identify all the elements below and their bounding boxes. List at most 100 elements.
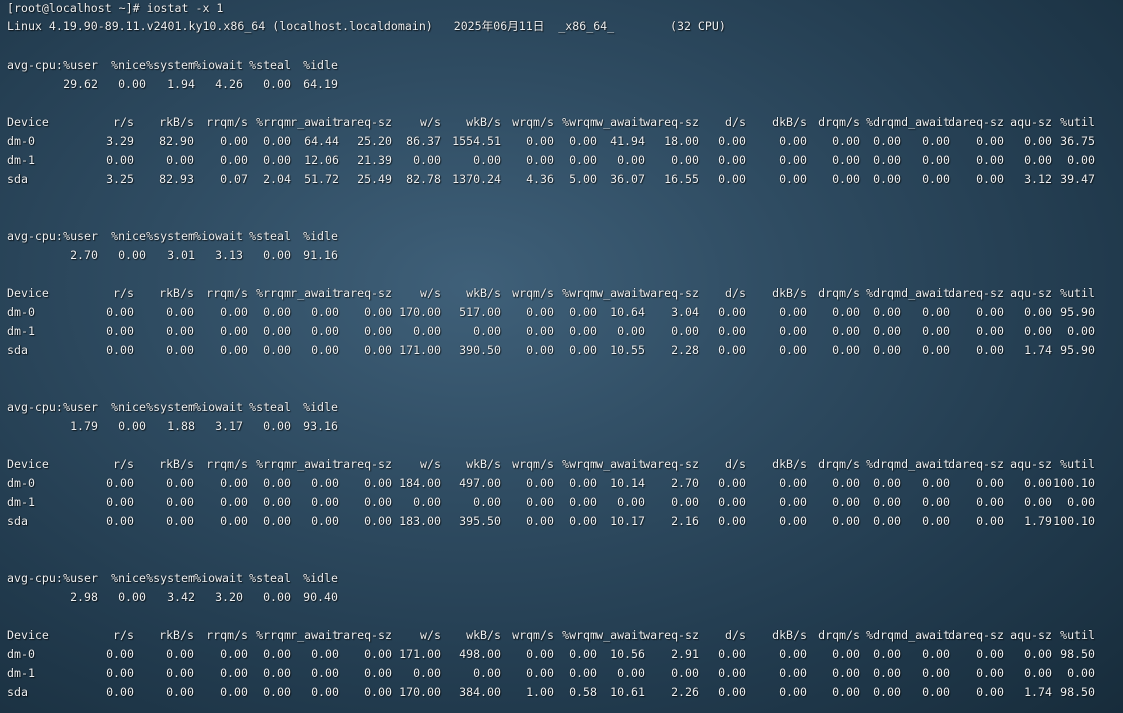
device-dareq-sz-value: 0.00 <box>976 647 1004 661</box>
device-name: dm-0 <box>7 476 35 490</box>
device-pct-drqm-value: 0.00 <box>873 666 901 680</box>
device-r-await-value: 0.00 <box>311 305 339 319</box>
device-aqu-sz-value: 0.00 <box>1024 134 1052 148</box>
device-aqu-sz-value: 1.74 <box>1024 685 1052 699</box>
cpu-steal-value: 0.00 <box>263 248 291 262</box>
cpu-header-row: avg-cpu: %user %nice %system %iowait %steal %i… <box>0 56 1123 75</box>
device-pct-drqm-value: 0.00 <box>873 172 901 186</box>
device-pct-util-value: 95.90 <box>1060 343 1095 357</box>
device-rareq-sz-value: 0.00 <box>364 305 392 319</box>
device-header-r-per-s: r/s <box>113 628 134 642</box>
device-w-await-value: 10.64 <box>610 305 645 319</box>
device-header-pct-rrqm: %rrqm <box>256 286 291 300</box>
device-r-await-value: 51.72 <box>304 172 339 186</box>
device-d-per-s-value: 0.00 <box>718 685 746 699</box>
device-pct-util-value: 95.90 <box>1060 305 1095 319</box>
cpu-system-value: 1.88 <box>167 419 195 433</box>
device-pct-rrqm-value: 0.00 <box>263 476 291 490</box>
cpu-header-steal: %steal <box>249 400 291 414</box>
device-d-per-s-value: 0.00 <box>718 305 746 319</box>
device-header-pct-wrqm: %wrqm <box>562 115 597 129</box>
device-aqu-sz-value: 0.00 <box>1024 305 1052 319</box>
device-header-drqm-per-s: drqm/s <box>818 286 860 300</box>
cpu-values-row: 2.98 0.00 3.42 3.20 0.00 90.40 <box>0 588 1123 607</box>
device-drqm-per-s-value: 0.00 <box>832 476 860 490</box>
device-pct-rrqm-value: 0.00 <box>263 495 291 509</box>
device-header-dkb-per-s: dkB/s <box>772 286 807 300</box>
cpu-header-system: %system <box>146 400 195 414</box>
device-header-wareq-sz: wareq-sz <box>643 628 699 642</box>
device-wrqm-per-s-value: 0.00 <box>526 134 554 148</box>
device-pct-wrqm-value: 0.00 <box>569 495 597 509</box>
device-rkb-per-s-value: 0.00 <box>166 305 194 319</box>
cpu-header-user: %user <box>63 229 98 243</box>
device-header-d-await: d_await <box>901 457 950 471</box>
system-info-line: Linux 4.19.90-89.11.v2401.ky10.x86_64 (l… <box>7 19 726 33</box>
device-rareq-sz-value: 25.20 <box>357 134 392 148</box>
device-d-await-value: 0.00 <box>922 343 950 357</box>
device-w-per-s-value: 0.00 <box>413 153 441 167</box>
device-header-rrqm-per-s: rrqm/s <box>206 115 248 129</box>
device-wareq-sz-value: 2.70 <box>671 476 699 490</box>
device-d-await-value: 0.00 <box>922 324 950 338</box>
device-rkb-per-s-value: 82.93 <box>159 172 194 186</box>
cpu-user-value: 2.98 <box>70 590 98 604</box>
device-aqu-sz-value: 0.00 <box>1024 647 1052 661</box>
cpu-header-steal: %steal <box>249 58 291 72</box>
device-row-sda: sda 0.00 0.00 0.00 0.00 0.00 0.00 170.00 384.00 1… <box>0 683 1123 702</box>
cpu-header-nice: %nice <box>111 58 146 72</box>
device-r-per-s-value: 0.00 <box>106 476 134 490</box>
device-wareq-sz-value: 2.26 <box>671 685 699 699</box>
device-dkb-per-s-value: 0.00 <box>779 647 807 661</box>
device-pct-wrqm-value: 0.00 <box>569 666 597 680</box>
device-pct-drqm-value: 0.00 <box>873 647 901 661</box>
device-header-rrqm-per-s: rrqm/s <box>206 286 248 300</box>
device-header-r-per-s: r/s <box>113 115 134 129</box>
device-header-w-per-s: w/s <box>420 286 441 300</box>
device-wkb-per-s-value: 517.00 <box>459 305 501 319</box>
cpu-header-iowait: %iowait <box>194 571 243 585</box>
device-drqm-per-s-value: 0.00 <box>832 514 860 528</box>
device-dkb-per-s-value: 0.00 <box>779 153 807 167</box>
device-pct-wrqm-value: 0.58 <box>569 685 597 699</box>
cpu-header-row: avg-cpu: %user %nice %system %iowait %steal %i… <box>0 569 1123 588</box>
device-wareq-sz-value: 0.00 <box>671 153 699 167</box>
cpu-iowait-value: 4.26 <box>215 77 243 91</box>
device-r-per-s-value: 0.00 <box>106 685 134 699</box>
cpu-idle-value: 91.16 <box>303 248 338 262</box>
device-w-await-value: 0.00 <box>617 153 645 167</box>
device-pct-rrqm-value: 2.04 <box>263 172 291 186</box>
device-row-dm-1: dm-1 0.00 0.00 0.00 0.00 12.06 21.39 0.00 0.00 0.… <box>0 151 1123 170</box>
device-d-await-value: 0.00 <box>922 666 950 680</box>
device-drqm-per-s-value: 0.00 <box>832 647 860 661</box>
device-row-dm-0: dm-0 0.00 0.00 0.00 0.00 0.00 0.00 170.00 517.00… <box>0 303 1123 322</box>
device-header-device: Device <box>7 628 49 642</box>
device-drqm-per-s-value: 0.00 <box>832 324 860 338</box>
device-d-per-s-value: 0.00 <box>718 476 746 490</box>
device-drqm-per-s-value: 0.00 <box>832 134 860 148</box>
device-wareq-sz-value: 0.00 <box>671 495 699 509</box>
device-d-per-s-value: 0.00 <box>718 172 746 186</box>
device-header-rrqm-per-s: rrqm/s <box>206 457 248 471</box>
terminal-window[interactable]: [root@localhost ~]# iostat -x 1 Linux 4.… <box>0 0 1123 713</box>
device-header-row: Device r/s rkB/s rrqm/s %rrqm r_await rareq-sz… <box>0 455 1123 474</box>
device-rareq-sz-value: 0.00 <box>364 343 392 357</box>
device-pct-wrqm-value: 0.00 <box>569 647 597 661</box>
device-wkb-per-s-value: 497.00 <box>459 476 501 490</box>
device-w-per-s-value: 171.00 <box>399 647 441 661</box>
device-header-aqu-sz: aqu-sz <box>1010 286 1052 300</box>
device-r-await-value: 0.00 <box>311 476 339 490</box>
device-aqu-sz-value: 0.00 <box>1024 666 1052 680</box>
device-r-await-value: 0.00 <box>311 495 339 509</box>
device-d-await-value: 0.00 <box>922 134 950 148</box>
device-header-aqu-sz: aqu-sz <box>1010 115 1052 129</box>
device-pct-rrqm-value: 0.00 <box>263 134 291 148</box>
device-dkb-per-s-value: 0.00 <box>779 172 807 186</box>
device-wkb-per-s-value: 390.50 <box>459 343 501 357</box>
device-r-per-s-value: 0.00 <box>106 495 134 509</box>
device-wrqm-per-s-value: 4.36 <box>526 172 554 186</box>
cpu-header-iowait: %iowait <box>194 229 243 243</box>
device-header-r-await: r_await <box>290 286 339 300</box>
device-header-r-await: r_await <box>290 115 339 129</box>
device-header-dkb-per-s: dkB/s <box>772 115 807 129</box>
